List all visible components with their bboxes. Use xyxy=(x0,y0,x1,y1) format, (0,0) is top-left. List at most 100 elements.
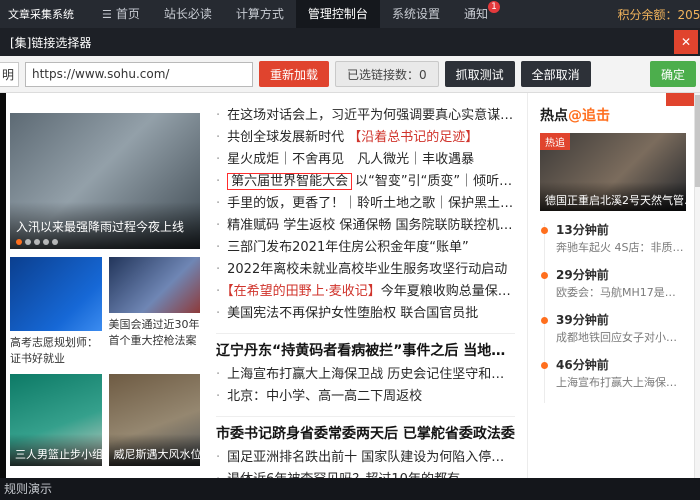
news-item[interactable]: 2022年离校未就业高校毕业生服务攻坚行动启动 xyxy=(216,259,515,281)
timeline-item[interactable]: 39分钟前 成都地铁回应女子对小孩发火… xyxy=(544,313,686,358)
headline-list: 上海宣布打赢大上海保卫战 历史会记住坚守和付出的所有人 北京：中小学、高一高二下… xyxy=(216,364,515,408)
news-text: 星火成炬｜不舍再见 凡人微光｜丰收遇暴 xyxy=(227,152,474,167)
photo-tile[interactable]: 威尼斯遇大风水位暴涨 圣 xyxy=(109,374,201,466)
nav-label: 通知 xyxy=(464,7,488,21)
timeline-item[interactable]: 13分钟前 奔驰车起火 4S店：非质量问题… xyxy=(544,223,686,268)
photo-carousel[interactable]: 入汛以来最强降雨过程今夜上线 xyxy=(10,113,200,249)
news-group-headline[interactable]: 辽宁丹东“持黄码者看病被拦”事件之后 当地12345回应 xyxy=(216,340,515,362)
carousel-dot[interactable] xyxy=(25,239,31,245)
reload-button[interactable]: 重新加载 xyxy=(259,61,329,87)
photo-column: 入汛以来最强降雨过程今夜上线 高考志愿规划师：证书好就业 美国会通过近30年首个… xyxy=(10,93,200,478)
news-item-selected[interactable]: 第六届世界智能大会以“智变”引“质变”｜倾听创新的律动 xyxy=(216,171,515,193)
timeline-item[interactable]: 29分钟前 欧委会：马航MH17是被俄罗斯… xyxy=(544,268,686,313)
nav-label: 计算方式 xyxy=(236,7,284,21)
news-text: 在这场对话会上，习近平为何强调要真心实意谋发展？ xyxy=(227,108,515,123)
news-text: 今年夏粮收购总量保持高水平 xyxy=(381,284,515,299)
photo-tile[interactable]: 美国会通过近30年首个重大控枪法案 xyxy=(109,257,201,367)
timeline-item[interactable]: 46分钟前 上海宣布打赢大上海保卫战… xyxy=(544,358,686,403)
tile-image: 威尼斯遇大风水位暴涨 圣 xyxy=(109,374,201,466)
web-page-content: 入汛以来最强降雨过程今夜上线 高考志愿规划师：证书好就业 美国会通过近30年首个… xyxy=(0,93,700,478)
section-divider xyxy=(216,416,515,417)
headline-column: 在这场对话会上，习近平为何强调要真心实意谋发展？ 共创全球发展新时代 【沿着总书… xyxy=(200,93,528,478)
photo-tile[interactable]: 三人男篮止步小组赛 xyxy=(10,374,102,466)
nav-item-console[interactable]: 管理控制台 xyxy=(296,0,380,28)
news-text: 国足亚洲排名跌出前十 国家队建设为何陷入停滞？ xyxy=(227,450,515,465)
news-item[interactable]: 星火成炬｜不舍再见 凡人微光｜丰收遇暴 xyxy=(216,149,515,171)
news-text: 2022年离校未就业高校毕业生服务攻坚行动启动 xyxy=(227,262,507,277)
news-item[interactable]: 北京：中小学、高一高二下周返校 xyxy=(216,386,515,408)
nav-item-home[interactable]: ☰ 首页 xyxy=(90,0,152,28)
hot-head-accent: @追击 xyxy=(568,108,610,124)
news-text: 以“智变”引“质变”｜倾听创新的律动 xyxy=(355,174,515,189)
news-item[interactable]: 在这场对话会上，习近平为何强调要真心实意谋发展？ xyxy=(216,105,515,127)
tile-image xyxy=(109,257,201,313)
url-input[interactable] xyxy=(25,62,253,87)
photo-tile[interactable]: 高考志愿规划师：证书好就业 xyxy=(10,257,102,367)
news-item[interactable]: 上海宣布打赢大上海保卫战 历史会记住坚守和付出的所有人 xyxy=(216,364,515,386)
close-icon[interactable]: ✕ xyxy=(674,30,698,54)
news-item[interactable]: 三部门发布2021年住房公积金年度“账单” xyxy=(216,237,515,259)
news-text: 上海宣布打赢大上海保卫战 历史会记住坚守和付出的所有人 xyxy=(227,367,515,382)
app-window: 文章采集系统 ☰ 首页 站长必读 计算方式 管理控制台 系统设置 通知1 积分余额… xyxy=(0,0,700,500)
nav-item-must-read[interactable]: 站长必读 xyxy=(152,0,224,28)
panel-title-bar: [集]链接选择器 ✕ xyxy=(0,28,700,56)
page-scrollbar[interactable] xyxy=(694,93,700,478)
nav-item-settings[interactable]: 系统设置 xyxy=(380,0,452,28)
timeline-time: 39分钟前 xyxy=(556,313,686,328)
news-item[interactable]: 国足亚洲排名跌出前十 国家队建设为何陷入停滞？ xyxy=(216,447,515,469)
cancel-all-button[interactable]: 全部取消 xyxy=(521,61,591,87)
headline-list: 在这场对话会上，习近平为何强调要真心实意谋发展？ 共创全球发展新时代 【沿着总书… xyxy=(216,105,515,325)
panel-title: [集]链接选择器 xyxy=(10,34,91,51)
nav-item-notifications[interactable]: 通知1 xyxy=(452,0,500,28)
news-item[interactable]: 精准赋码 学生返校 保通保畅 国务院联防联控机制回应 xyxy=(216,215,515,237)
nav-label: 系统设置 xyxy=(392,7,440,21)
nav-item-pricing[interactable]: 计算方式 xyxy=(224,0,296,28)
menu-icon: ☰ xyxy=(102,8,112,21)
scrollbar-thumb[interactable] xyxy=(695,95,700,187)
headline-list: 国足亚洲排名跌出前十 国家队建设为何陷入停滞？ 退休近6年被查罕见吗？超过10年… xyxy=(216,447,515,478)
tile-image xyxy=(10,257,102,331)
carousel-dot[interactable] xyxy=(34,239,40,245)
notification-badge: 1 xyxy=(488,1,500,13)
tile-caption: 美国会通过近30年首个重大控枪法案 xyxy=(109,317,201,349)
tile-caption: 高考志愿规划师：证书好就业 xyxy=(10,335,102,367)
news-item[interactable]: 退休近6年被查罕见吗？超过10年的都有 xyxy=(216,469,515,478)
tile-caption: 威尼斯遇大风水位暴涨 圣 xyxy=(109,434,201,466)
grab-test-button[interactable]: 抓取测试 xyxy=(445,61,515,87)
news-text: 北京：中小学、高一高二下周返校 xyxy=(227,389,422,404)
confirm-button[interactable]: 确定 xyxy=(650,61,696,87)
news-item[interactable]: 【在希望的田野上·麦收记】今年夏粮收购总量保持高水平 xyxy=(216,281,515,303)
tile-caption: 三人男篮止步小组赛 xyxy=(10,434,102,466)
top-nav: 文章采集系统 ☰ 首页 站长必读 计算方式 管理控制台 系统设置 通知1 积分余额… xyxy=(0,0,700,28)
news-text-accent: 【沿着总书记的足迹】 xyxy=(348,130,478,145)
carousel-dot[interactable] xyxy=(16,239,22,245)
selected-links-count[interactable]: 已选链接数：0 xyxy=(335,61,439,87)
note-button[interactable]: 明 xyxy=(0,62,19,87)
hot-timeline: 13分钟前 奔驰车起火 4S店：非质量问题… 29分钟前 欧委会：马航MH17是… xyxy=(544,223,686,403)
hot-badge: 热追 xyxy=(540,133,570,150)
news-item[interactable]: 手里的饭，更香了！｜聆听土地之歌｜保护黑土地就是保护每个 xyxy=(216,193,515,215)
news-item[interactable]: 共创全球发展新时代 【沿着总书记的足迹】 xyxy=(216,127,515,149)
hot-news-header[interactable]: 热点@追击 xyxy=(540,105,686,125)
nav-label: 管理控制台 xyxy=(308,7,368,21)
carousel-dot[interactable] xyxy=(52,239,58,245)
timeline-title: 欧委会：马航MH17是被俄罗斯… xyxy=(556,285,686,301)
timeline-time: 29分钟前 xyxy=(556,268,686,283)
app-logo: 文章采集系统 xyxy=(8,6,74,22)
toolbar: 明 重新加载 已选链接数：0 抓取测试 全部取消 确定 xyxy=(0,56,700,93)
news-text: 三部门发布2021年住房公积金年度“账单” xyxy=(227,240,469,255)
news-item[interactable]: 美国宪法不再保护女性堕胎权 联合国官员批 xyxy=(216,303,515,325)
news-group-headline[interactable]: 市委书记跻身省委常委两天后 已掌舵省委政法委 xyxy=(216,423,515,445)
timeline-title: 奔驰车起火 4S店：非质量问题… xyxy=(556,240,686,256)
points-balance: 积分余额：2050 xyxy=(617,6,700,23)
nav-menu: ☰ 首页 站长必读 计算方式 管理控制台 系统设置 通知1 xyxy=(90,0,500,28)
carousel-dot[interactable] xyxy=(43,239,49,245)
nav-label: 首页 xyxy=(116,7,140,21)
hot-news-card[interactable]: 热追 德国正重启北溪2号天然气管… xyxy=(540,133,686,211)
section-divider xyxy=(216,333,515,334)
carousel-dots xyxy=(16,239,58,245)
selected-link-box[interactable]: 第六届世界智能大会 xyxy=(227,173,352,190)
news-text: 精准赋码 学生返校 保通保畅 国务院联防联控机制回应 xyxy=(227,218,515,233)
hot-head-main: 热点 xyxy=(540,108,568,124)
timeline-title: 成都地铁回应女子对小孩发火… xyxy=(556,330,686,346)
